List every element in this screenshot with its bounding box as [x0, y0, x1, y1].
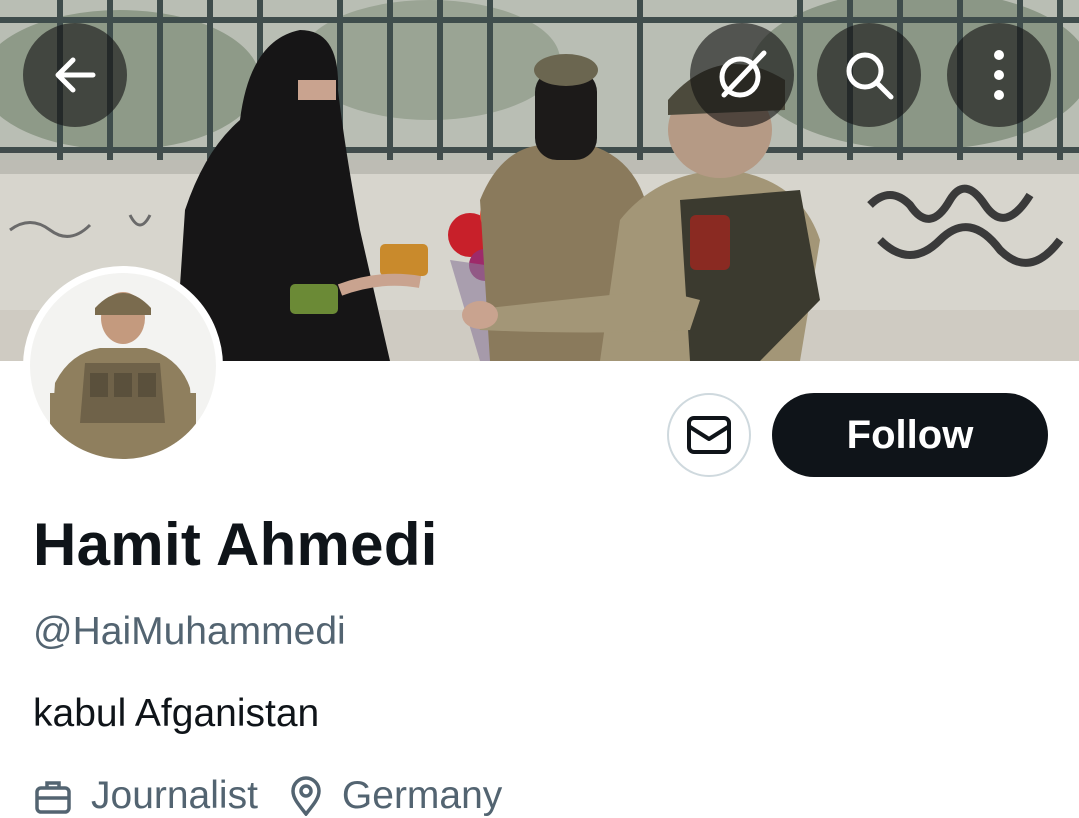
- profession-item: Journalist: [33, 774, 258, 818]
- envelope-icon: [687, 416, 731, 454]
- profession-text: Journalist: [91, 774, 258, 817]
- more-button[interactable]: [947, 23, 1051, 127]
- grok-button[interactable]: [690, 23, 794, 127]
- arrow-left-icon: [55, 57, 96, 93]
- location-item: Germany: [288, 774, 502, 818]
- search-button[interactable]: [817, 23, 921, 127]
- back-button[interactable]: [23, 23, 127, 127]
- profile-bio: kabul Afganistan: [33, 692, 320, 735]
- briefcase-icon: [33, 776, 73, 816]
- message-button[interactable]: [667, 393, 751, 477]
- follow-button[interactable]: Follow: [772, 393, 1048, 477]
- avatar-image: [30, 273, 216, 459]
- more-vertical-icon: [994, 50, 1004, 100]
- profile-name: Hamit Ahmedi: [33, 511, 438, 578]
- profile-avatar[interactable]: [23, 266, 223, 466]
- grok-icon: [719, 50, 767, 98]
- profile-meta: Journalist Germany: [33, 774, 532, 818]
- location-pin-icon: [288, 776, 324, 816]
- location-text: Germany: [341, 774, 503, 817]
- profile-handle: @HaiMuhammedi: [33, 610, 346, 653]
- search-icon: [846, 52, 894, 100]
